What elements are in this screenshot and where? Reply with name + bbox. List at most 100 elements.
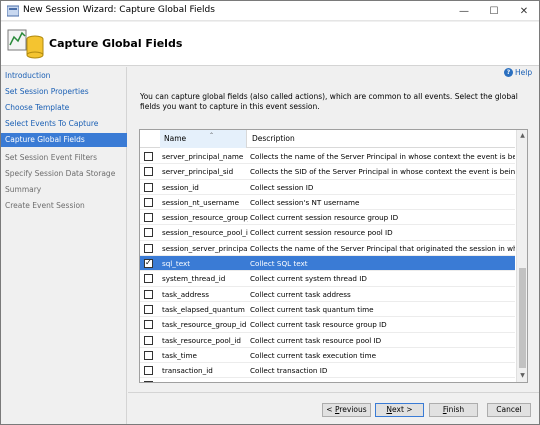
scrollbar-thumb[interactable] (519, 268, 526, 368)
table-row[interactable]: task_time Collect current task execution … (140, 348, 515, 364)
nav-item-specify-data-storage: Specify Session Data Storage (5, 169, 116, 178)
table-row[interactable]: task_resource_pool_id Collect current tas… (140, 333, 515, 348)
maximize-button[interactable]: ☐ (479, 1, 509, 21)
wizard-database-icon (7, 29, 44, 59)
field-name-cell: system_thread_id (162, 274, 226, 284)
table-row[interactable]: session_id Collect session ID (140, 180, 515, 195)
grid-rows: server_principal_name Collects the name o… (140, 149, 515, 382)
scroll-up-icon[interactable]: ▲ (517, 130, 527, 142)
cancel-button[interactable]: Cancel (487, 403, 531, 417)
field-description-cell: Collect current task address (250, 289, 351, 299)
field-name-cell: sql_text (162, 259, 191, 269)
sort-ascending-icon: ⌃ (209, 132, 215, 139)
field-description-cell: Collect current system thread ID (250, 274, 367, 284)
nav-item-set-event-filters: Set Session Event Filters (5, 153, 98, 162)
previous-button[interactable]: < Previous (322, 403, 371, 417)
table-row[interactable]: server_principal_name Collects the name o… (140, 149, 515, 165)
field-checkbox[interactable] (144, 243, 153, 253)
field-checkbox[interactable] (144, 197, 153, 207)
field-checkbox[interactable] (144, 182, 153, 192)
nav-item-select-events[interactable]: Select Events To Capture (1, 117, 127, 131)
field-name-cell: task_address (162, 289, 209, 299)
field-name-cell: task_resource_pool_id (162, 335, 241, 345)
field-checkbox[interactable] (144, 335, 153, 345)
field-name-cell: task_resource_group_id (162, 320, 247, 330)
field-description-cell: Collect current task resource group ID (250, 320, 387, 330)
nav-item-create-event-session: Create Event Session (5, 201, 85, 210)
table-row[interactable]: transaction_sequenceCollect current tran… (140, 378, 515, 382)
field-description-cell: Collect current session resource group I… (250, 213, 399, 223)
footer-divider (128, 392, 539, 393)
field-name-cell: task_time (162, 350, 197, 360)
field-description-cell: Collects the name of the Server Principa… (250, 152, 515, 161)
field-description-cell: Collect transaction ID (250, 366, 328, 376)
field-checkbox[interactable] (144, 167, 153, 177)
nav-item-summary: Summary (5, 185, 42, 194)
field-name-cell: session_server_principal... (162, 243, 248, 253)
window-title: New Session Wizard: Capture Global Field… (23, 5, 215, 15)
field-checkbox[interactable] (144, 228, 153, 238)
table-row[interactable]: task_elapsed_quantum Collect current task… (140, 302, 515, 318)
field-checkbox[interactable] (144, 304, 153, 314)
page-title: Capture Global Fields (49, 37, 183, 50)
finish-button[interactable]: Finish (429, 403, 478, 417)
field-checkbox[interactable] (144, 350, 153, 360)
field-description-cell: Collect session ID (250, 182, 314, 192)
field-description-cell: Collect current task resource pool ID (250, 335, 382, 345)
field-description-cell: Collect SQL text (250, 259, 308, 269)
field-name-cell: server_principal_sid (162, 167, 234, 177)
close-button[interactable]: ✕ (509, 1, 539, 21)
help-link[interactable]: ? Help (504, 68, 532, 77)
table-row[interactable]: task_address Collect current task address (140, 287, 515, 302)
field-name-cell: server_principal_name (162, 152, 244, 161)
page-description: You can capture global fields (also call… (140, 92, 518, 111)
title-bar: New Session Wizard: Capture Global Field… (1, 1, 539, 21)
field-checkbox[interactable] (144, 274, 153, 284)
field-checkbox[interactable] (144, 213, 153, 223)
wizard-steps-nav: Introduction Set Session Properties Choo… (1, 67, 127, 424)
table-row[interactable]: sql_text Collect SQL text (140, 256, 515, 272)
field-name-cell: transaction_id (162, 366, 213, 376)
nav-item-introduction[interactable]: Introduction (1, 69, 127, 83)
field-description-cell: Collects the name of the Server Principa… (250, 243, 515, 253)
table-row[interactable]: task_resource_group_id Collect current ta… (140, 317, 515, 333)
table-row[interactable]: transaction_id Collect transaction ID (140, 363, 515, 379)
table-row[interactable]: session_nt_username Collect session's NT … (140, 195, 515, 211)
field-name-cell: transaction_sequence (160, 378, 248, 382)
field-checkbox[interactable] (144, 381, 153, 382)
field-checkbox[interactable] (144, 366, 153, 376)
field-description-cell: Collect session's NT username (250, 197, 360, 207)
field-description-cell: Collect current task execution time (250, 350, 377, 360)
wizard-window: New Session Wizard: Capture Global Field… (0, 0, 540, 425)
nav-item-capture-global-fields[interactable]: Capture Global Fields (1, 133, 127, 147)
scroll-down-icon[interactable]: ▼ (517, 370, 527, 382)
field-name-cell: session_resource_pool_id (162, 228, 248, 238)
vertical-scrollbar[interactable]: ▲ ▼ (516, 130, 527, 382)
next-button[interactable]: Next > (375, 403, 424, 417)
table-row[interactable]: server_principal_sid Collects the SID of … (140, 164, 515, 180)
field-description-cell: Collect current task quantum time (250, 304, 374, 314)
field-description-cell: Collect current transaction sequence num… (248, 378, 515, 382)
app-icon (7, 5, 19, 17)
column-header-name[interactable]: ⌃ Name (160, 130, 247, 148)
field-checkbox[interactable] (144, 152, 153, 161)
help-icon: ? (504, 68, 513, 77)
minimize-button[interactable]: — (449, 1, 479, 21)
table-row[interactable]: session_resource_pool_id Collect current … (140, 225, 515, 241)
nav-item-choose-template[interactable]: Choose Template (1, 101, 127, 115)
field-checkbox[interactable] (144, 258, 153, 269)
field-name-cell: task_elapsed_quantum (162, 304, 245, 314)
column-header-description[interactable]: Description (248, 130, 515, 148)
column-header-name-label: Name (164, 134, 187, 143)
field-name-cell: session_id (162, 182, 199, 192)
field-checkbox[interactable] (144, 320, 153, 330)
global-fields-grid: ⌃ Name Description server_principal_name… (139, 129, 528, 383)
help-label: Help (515, 68, 533, 77)
field-checkbox[interactable] (144, 289, 153, 299)
field-name-cell: session_resource_group_id (162, 213, 248, 223)
nav-item-set-session-properties[interactable]: Set Session Properties (1, 85, 127, 99)
field-description-cell: Collects the SID of the Server Principal… (250, 167, 515, 177)
table-row[interactable]: session_server_principal... Collects the … (140, 241, 515, 257)
table-row[interactable]: session_resource_group_idCollect current… (140, 210, 515, 226)
table-row[interactable]: system_thread_id Collect current system t… (140, 271, 515, 287)
